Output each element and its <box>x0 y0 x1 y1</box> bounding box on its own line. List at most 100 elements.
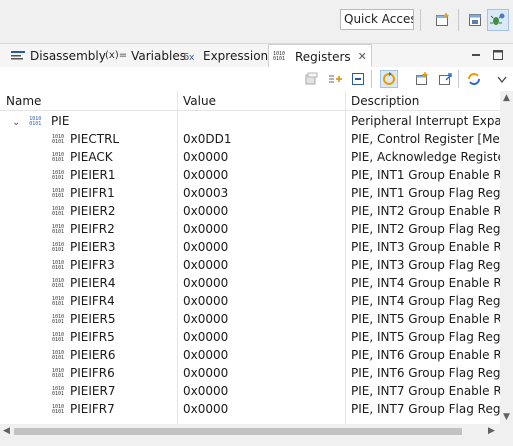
registers-icon: 1010 0101 <box>273 50 286 62</box>
register-row[interactable]: 1010 0101 PIEIER7 0x0000 PIE, INT7 Group Ena… <box>0 382 500 400</box>
registers-toolbar <box>0 67 513 91</box>
register-row[interactable]: 1010 0101 PIEIFR7 0x0000 PIE, INT7 Group Fla… <box>0 400 500 418</box>
register-name: PIEIFR3 <box>70 258 115 272</box>
toolbar-separator <box>458 70 459 88</box>
toolbar-separator <box>420 9 421 31</box>
register-name: PIEIER7 <box>70 384 116 398</box>
register-value[interactable]: 0x0003 <box>183 184 343 202</box>
refresh-icon[interactable] <box>380 70 398 88</box>
register-row[interactable]: 1010 0101 PIEIFR3 0x0000 PIE, INT3 Group Fla… <box>0 256 500 274</box>
tab-disassembly[interactable]: Disassembly <box>10 44 106 67</box>
register-value[interactable]: 0x0000 <box>183 166 343 184</box>
scrollbar-thumb[interactable] <box>14 428 462 435</box>
scroll-up-icon[interactable]: ▲ <box>503 93 510 103</box>
scroll-down-icon[interactable]: ▼ <box>503 412 510 422</box>
view-menu-icon[interactable] <box>493 70 511 88</box>
register-row[interactable]: 1010 0101 PIEIER5 0x0000 PIE, INT5 Group Ena… <box>0 310 500 328</box>
tab-variables[interactable]: (x)= Variables <box>105 44 186 67</box>
register-name: PIEIER3 <box>70 240 116 254</box>
register-icon: 1010 0101 <box>52 385 65 397</box>
tab-label: Disassembly <box>30 48 106 63</box>
close-icon[interactable]: ✕ <box>358 50 367 63</box>
column-header-description[interactable]: Description <box>345 91 500 111</box>
register-row[interactable]: 1010 0101 PIEIFR6 0x0000 PIE, INT6 Group Fla… <box>0 364 500 382</box>
vertical-scrollbar[interactable]: ▲ ▼ <box>500 91 513 424</box>
ccs-edit-perspective-icon[interactable] <box>487 9 509 31</box>
register-name: PIEIFR4 <box>70 294 115 308</box>
registers-table: Name Value Description ⌄ 1010 0101 PIE Pe… <box>0 91 500 424</box>
minimize-icon[interactable] <box>468 47 484 63</box>
quick-access-input[interactable]: Quick Access <box>340 9 414 30</box>
open-perspective-icon[interactable] <box>432 9 454 31</box>
register-row[interactable]: 1010 0101 PIEIFR1 0x0003 PIE, INT1 Group Fla… <box>0 184 500 202</box>
register-description: PIE, INT5 Group Enable Register <box>351 312 500 326</box>
register-value[interactable]: 0x0000 <box>183 238 343 256</box>
maximize-icon[interactable] <box>490 47 506 63</box>
register-name: PIEIER5 <box>70 312 116 326</box>
register-icon: 1010 0101 <box>52 403 65 415</box>
register-value[interactable]: 0x0000 <box>183 202 343 220</box>
expressions-icon: 6x <box>183 52 195 63</box>
collapse-all-icon[interactable] <box>349 70 367 88</box>
register-row[interactable]: 1010 0101 PIEIER1 0x0000 PIE, INT1 Group Ena… <box>0 166 500 184</box>
register-description: PIE, Acknowledge Register [Memory Mapped… <box>351 150 500 164</box>
horizontal-scrollbar[interactable]: ◀ ▶ <box>0 424 500 439</box>
register-value[interactable]: 0x0000 <box>183 292 343 310</box>
register-value[interactable]: 0x0000 <box>183 346 343 364</box>
register-value[interactable]: 0x0000 <box>183 148 343 166</box>
register-description: PIE, INT2 Group Enable Register <box>351 204 500 218</box>
register-row[interactable]: 1010 0101 PIEIER6 0x0000 PIE, INT6 Group Ena… <box>0 346 500 364</box>
register-name: PIEIFR5 <box>70 330 115 344</box>
scroll-left-icon[interactable]: ◀ <box>3 426 10 436</box>
tab-registers[interactable]: 1010 0101 Registers ✕ <box>268 44 372 68</box>
pin-icon[interactable] <box>436 70 454 88</box>
register-value[interactable]: 0x0000 <box>183 400 343 418</box>
expand-all-icon[interactable] <box>326 70 344 88</box>
register-row[interactable]: 1010 0101 PIEIFR2 0x0000 PIE, INT2 Group Fla… <box>0 220 500 238</box>
register-name: PIEIER2 <box>70 204 116 218</box>
register-description: PIE, INT5 Group Flag Register <box>351 330 500 344</box>
toolbar-separator <box>458 9 459 31</box>
register-value[interactable]: 0x0000 <box>183 220 343 238</box>
column-header-value[interactable]: Value <box>177 91 345 111</box>
register-description: PIE, INT3 Group Flag Register <box>351 258 500 272</box>
group-description: Peripheral Interrupt Expansion <box>351 114 500 128</box>
svg-text:x: x <box>189 53 195 63</box>
register-value[interactable]: 0x0000 <box>183 382 343 400</box>
register-name: PIEIER6 <box>70 348 116 362</box>
register-row[interactable]: 1010 0101 PIEIER4 0x0000 PIE, INT4 Group Ena… <box>0 274 500 292</box>
register-row[interactable]: 1010 0101 PIEIFR5 0x0000 PIE, INT5 Group Fla… <box>0 328 500 346</box>
variables-icon: (x)= <box>105 50 128 61</box>
register-name: PIEACK <box>70 150 113 164</box>
sync-icon[interactable] <box>465 70 483 88</box>
toolbar-separator <box>371 70 372 88</box>
register-icon: 1010 0101 <box>52 223 65 235</box>
register-value[interactable]: 0x0000 <box>183 256 343 274</box>
register-description: PIE, INT4 Group Enable Register <box>351 276 500 290</box>
register-row[interactable]: 1010 0101 PIECTRL 0x0DD1 PIE, Control Regist… <box>0 130 500 148</box>
column-header-name[interactable]: Name <box>0 91 177 111</box>
register-value[interactable]: 0x0000 <box>183 274 343 292</box>
register-row[interactable]: 1010 0101 PIEIFR4 0x0000 PIE, INT4 Group Fla… <box>0 292 500 310</box>
new-register-group-icon[interactable] <box>302 70 320 88</box>
scroll-right-icon[interactable]: ▶ <box>488 426 495 436</box>
new-window-icon[interactable] <box>413 70 431 88</box>
tab-expressions[interactable]: 6x Expressions <box>183 44 274 67</box>
register-icon: 1010 0101 <box>52 295 65 307</box>
debug-perspective-icon[interactable] <box>464 9 486 31</box>
register-value[interactable]: 0x0000 <box>183 310 343 328</box>
register-group-row[interactable]: ⌄ 1010 0101 PIE Peripheral Interrupt Expa… <box>0 112 500 130</box>
register-row[interactable]: 1010 0101 PIEACK 0x0000 PIE, Acknowledge Reg… <box>0 148 500 166</box>
register-value[interactable]: 0x0000 <box>183 328 343 346</box>
register-description: PIE, INT7 Group Enable Register <box>351 384 500 398</box>
register-name: PIEIFR2 <box>70 222 115 236</box>
register-row[interactable]: 1010 0101 PIEIER2 0x0000 PIE, INT2 Group Ena… <box>0 202 500 220</box>
chevron-down-icon[interactable]: ⌄ <box>12 117 20 128</box>
register-value[interactable]: 0x0DD1 <box>183 130 343 148</box>
view-tab-bar: Disassembly (x)= Variables 6x Expression… <box>0 43 513 68</box>
register-icon: 1010 0101 <box>52 187 65 199</box>
register-row[interactable]: 1010 0101 PIEIER3 0x0000 PIE, INT3 Group Ena… <box>0 238 500 256</box>
register-icon: 1010 0101 <box>52 313 65 325</box>
disassembly-icon <box>11 50 25 59</box>
register-value[interactable]: 0x0000 <box>183 364 343 382</box>
